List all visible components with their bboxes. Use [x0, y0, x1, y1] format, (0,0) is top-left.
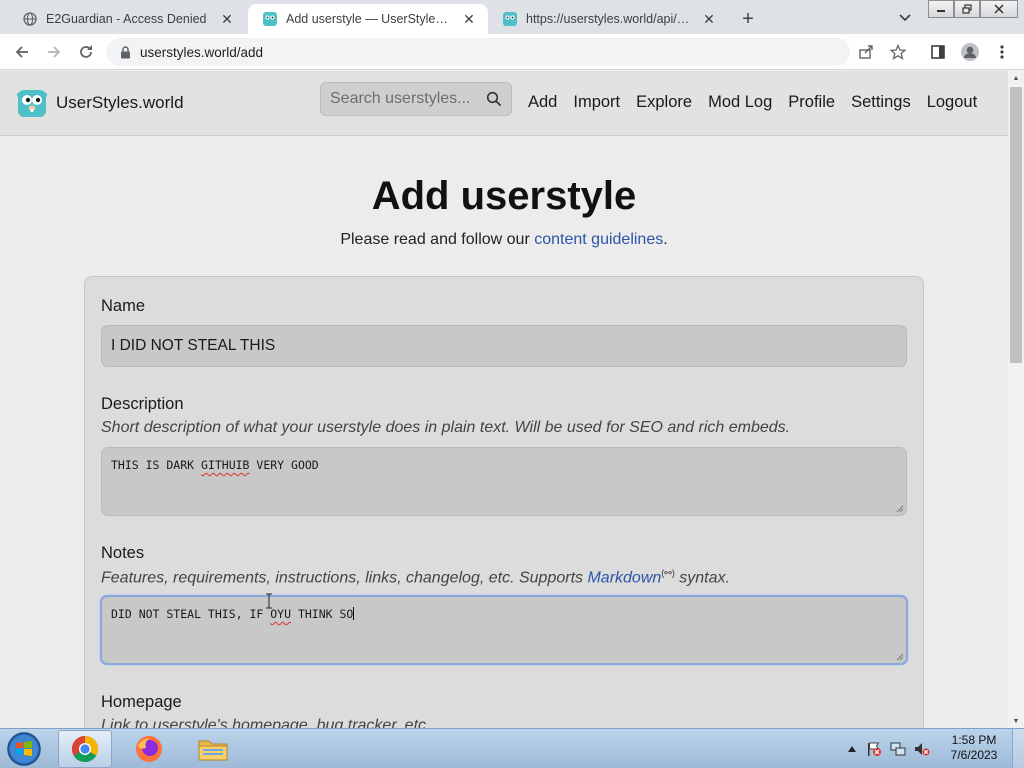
description-hint: Short description of what your userstyle… — [101, 419, 791, 436]
search-box — [320, 82, 512, 116]
minimize-window-button[interactable] — [928, 0, 954, 18]
clock-time: 1:58 PM — [951, 733, 997, 747]
misspelled-word: GITHUIB — [201, 458, 250, 472]
add-userstyle-form: Name I DID NOT STEAL THIS Description Sh… — [84, 276, 924, 728]
close-tab-icon[interactable]: ✕ — [460, 10, 478, 28]
userstyles-favicon-icon — [262, 11, 278, 27]
misspelled-word: OYU — [270, 607, 292, 621]
share-icon[interactable] — [854, 40, 878, 64]
action-center-flag-icon[interactable] — [866, 741, 882, 757]
tab-api-style[interactable]: https://userstyles.world/api/style/ ✕ — [488, 4, 728, 34]
address-bar[interactable]: userstyles.world/add — [106, 38, 850, 66]
restore-window-button[interactable] — [954, 0, 980, 18]
chevron-down-icon[interactable] — [894, 8, 916, 28]
nav-settings[interactable]: Settings — [851, 93, 911, 112]
system-clock[interactable]: 1:58 PM 7/6/2023 — [940, 733, 1008, 763]
lock-icon — [118, 45, 132, 59]
subtitle-text: Please read and follow our — [340, 231, 535, 248]
name-input[interactable]: I DID NOT STEAL THIS — [101, 325, 907, 367]
taskbar-firefox[interactable] — [122, 730, 176, 768]
userstyles-favicon-icon — [502, 11, 518, 27]
nav-import[interactable]: Import — [573, 93, 620, 112]
notes-text: DID NOT STEAL THIS, IF — [111, 607, 271, 621]
new-tab-button[interactable]: + — [736, 7, 760, 31]
description-text: THIS IS DARK — [111, 458, 202, 472]
chrome-icon — [71, 735, 99, 763]
notes-hint-text: Features, requirements, instructions, li… — [101, 569, 588, 587]
main-nav: Add Import Explore Mod Log Profile Setti… — [528, 93, 993, 112]
page-title: Add userstyle — [371, 174, 637, 218]
profile-avatar-icon[interactable] — [958, 40, 982, 64]
homepage-label: Homepage — [101, 693, 182, 711]
tab-add-userstyle[interactable]: Add userstyle — UserStyles.world ✕ — [248, 4, 488, 34]
nav-logout[interactable]: Logout — [927, 93, 977, 112]
close-tab-icon[interactable]: ✕ — [700, 10, 718, 28]
tab-title: E2Guardian - Access Denied — [46, 12, 207, 26]
content-guidelines-link[interactable]: content guidelines — [534, 231, 663, 248]
close-tab-icon[interactable]: ✕ — [218, 10, 236, 28]
markdown-link[interactable]: Markdown — [587, 569, 661, 586]
site-header: UserStyles.world Add Import Explore Mod … — [0, 71, 1008, 136]
page-scrollbar[interactable]: ▲ ▼ — [1008, 71, 1024, 728]
back-arrow-icon[interactable] — [10, 40, 34, 64]
description-textarea[interactable]: THIS IS DARK GITHUIB VERY GOOD — [101, 447, 907, 516]
page-viewport: UserStyles.world Add Import Explore Mod … — [0, 71, 1008, 728]
scroll-up-arrow-icon[interactable]: ▲ — [1008, 71, 1024, 85]
taskbar-chrome[interactable] — [58, 730, 112, 768]
tab-title: https://userstyles.world/api/style/ — [526, 12, 694, 26]
url-text: userstyles.world/add — [140, 44, 264, 60]
page-subtitle: Please read and follow our content guide… — [0, 231, 1008, 249]
windows-start-icon[interactable] — [4, 731, 44, 767]
tab-title: Add userstyle — UserStyles.world — [286, 12, 454, 26]
volume-muted-icon[interactable] — [914, 741, 930, 757]
text-caret — [353, 607, 355, 620]
clock-date: 7/6/2023 — [950, 748, 998, 762]
nav-explore[interactable]: Explore — [636, 93, 692, 112]
resize-handle-icon[interactable] — [896, 653, 904, 661]
side-panel-icon[interactable] — [926, 40, 950, 64]
close-window-button[interactable] — [980, 0, 1018, 18]
homepage-hint: Link to userstyle's homepage, bug tracke… — [101, 717, 431, 728]
reload-icon[interactable] — [74, 40, 98, 64]
windows-taskbar: 1:58 PM 7/6/2023 — [0, 728, 1024, 768]
description-label: Description — [101, 395, 184, 413]
external-link-icon: (⚯) — [661, 568, 675, 578]
search-input[interactable] — [330, 90, 480, 108]
userstyles-logo-icon[interactable] — [16, 87, 48, 119]
subtitle-suffix: . — [663, 231, 668, 248]
name-label: Name — [101, 297, 146, 315]
resize-handle-icon[interactable] — [896, 505, 904, 513]
browser-tab-strip: E2Guardian - Access Denied ✕ Add usersty… — [0, 0, 1024, 34]
bookmark-star-icon[interactable] — [886, 40, 910, 64]
globe-icon — [22, 11, 38, 27]
nav-add[interactable]: Add — [528, 93, 557, 112]
tab-e2guardian[interactable]: E2Guardian - Access Denied ✕ — [8, 4, 246, 34]
notes-text-end: THINK SO — [291, 607, 354, 621]
scroll-thumb[interactable] — [1010, 87, 1022, 363]
browser-toolbar: userstyles.world/add — [0, 34, 1024, 70]
notes-hint: Features, requirements, instructions, li… — [101, 568, 730, 587]
show-desktop-button[interactable] — [1012, 729, 1024, 768]
search-icon[interactable] — [486, 91, 502, 107]
description-text-end: VERY GOOD — [249, 458, 319, 472]
notes-hint-suffix: syntax. — [674, 569, 730, 587]
mouse-ibeam-cursor-icon — [266, 593, 272, 609]
brand-name[interactable]: UserStyles.world — [56, 93, 184, 113]
network-icon[interactable] — [890, 741, 906, 757]
taskbar-file-explorer[interactable] — [186, 730, 240, 768]
tray-expand-arrow-icon[interactable] — [844, 741, 860, 757]
folder-icon — [198, 740, 228, 761]
forward-arrow-icon[interactable] — [42, 40, 66, 64]
nav-profile[interactable]: Profile — [788, 93, 835, 112]
nav-mod-log[interactable]: Mod Log — [708, 93, 772, 112]
name-value: I DID NOT STEAL THIS — [111, 337, 276, 354]
firefox-icon — [136, 736, 162, 762]
notes-label: Notes — [101, 544, 145, 562]
scroll-down-arrow-icon[interactable]: ▼ — [1008, 714, 1024, 728]
kebab-menu-icon[interactable] — [990, 40, 1014, 64]
notes-textarea[interactable]: DID NOT STEAL THIS, IF OYU THINK SO — [100, 595, 908, 665]
